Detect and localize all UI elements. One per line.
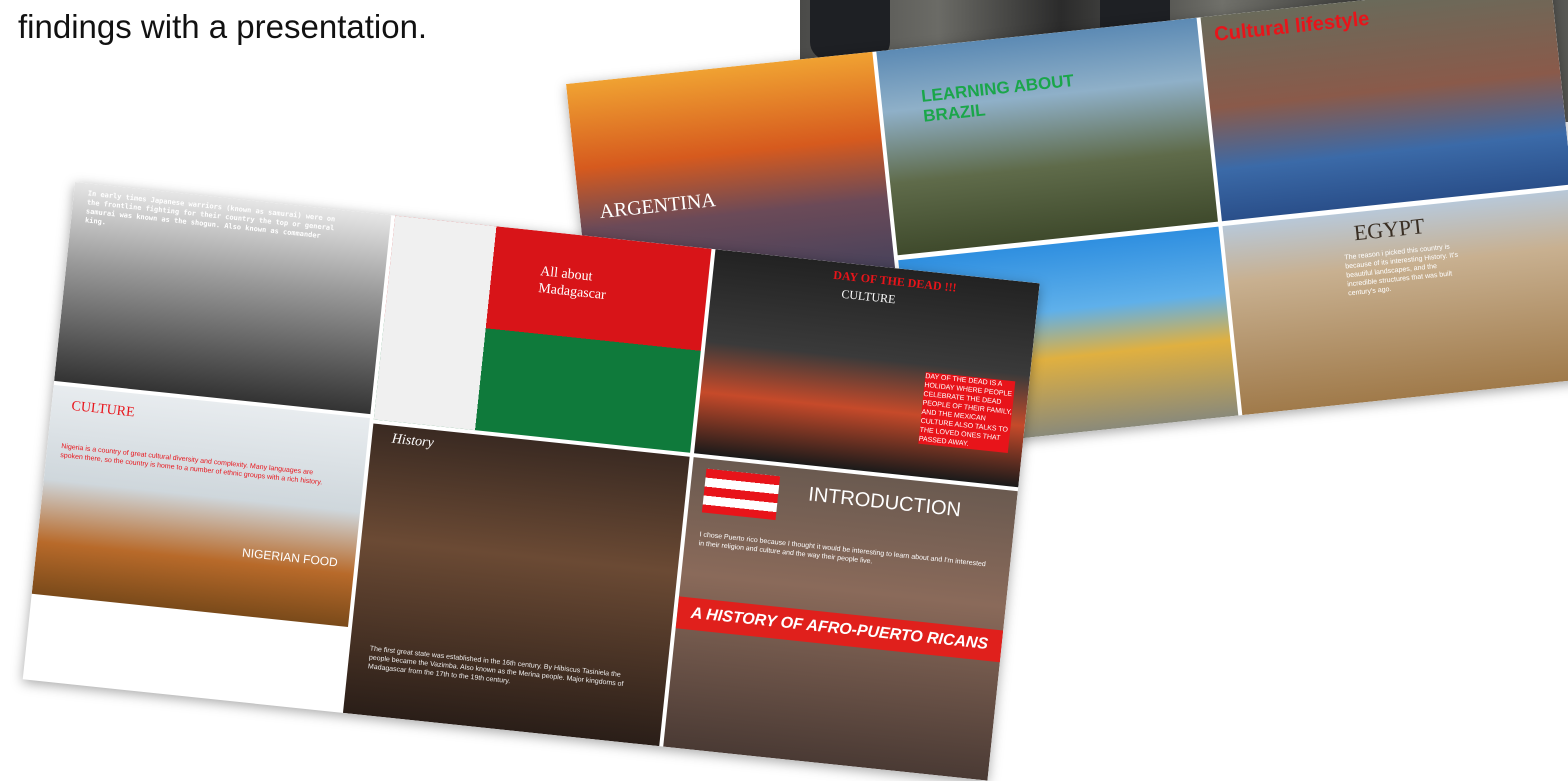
madagascar-flag-slide: All about Madagascar [373,215,712,453]
egypt-text: The reason i picked this country is beca… [1344,243,1459,298]
madagascar-title: All about Madagascar [537,264,607,304]
argentina-title: ARGENTINA [598,189,717,224]
madagascar-history-slide: History The first great state was establ… [342,423,690,747]
puerto-rico-slide: INTRODUCTION I chose Puerto rico because… [663,457,1018,781]
culture-title: CULTURE [70,398,136,421]
nigerian-food-title: NIGERIAN FOOD [241,545,339,570]
puerto-rico-text: I chose Puerto rico because I thought it… [698,531,987,569]
egypt-slide: EGYPT The reason i picked this country i… [1222,189,1568,416]
day-of-dead-text: DAY OF THE DEAD IS A HOLIDAY WHERE PEOPL… [918,371,1016,453]
cultural-lifestyle-title: Cultural lifestyle [1213,7,1371,46]
history-title: History [391,431,435,451]
egypt-title: EGYPT [1352,213,1426,246]
day-of-dead-slide: DAY OF THE DEAD !!! CULTURE DAY OF THE D… [694,249,1040,488]
day-of-dead-culture: CULTURE [840,286,897,307]
nigeria-text: Nigeria is a country of great cultural d… [59,443,323,487]
brazil-slide: LEARNING ABOUT BRAZIL [876,17,1218,256]
puerto-rico-banner: A HISTORY OF AFRO-PUERTO RICANS [675,596,1004,663]
nigeria-slide: CULTURE Nigeria is a country of great cu… [31,384,370,627]
intro-text: findings with a presentation. [18,8,428,45]
brazil-title: LEARNING ABOUT BRAZIL [920,70,1075,126]
japan-text: In early times Japanese warriors (known … [84,189,336,240]
collage-africa-latam: In early times Japanese warriors (known … [22,182,1040,781]
cultural-lifestyle-slide: Cultural lifestyle [1200,0,1568,222]
introduction-title: INTRODUCTION [807,483,963,522]
japan-slide: In early times Japanese warriors (known … [54,182,392,415]
madagascar-text: The first great state was established in… [367,645,624,689]
puerto-rico-flag [701,468,781,521]
